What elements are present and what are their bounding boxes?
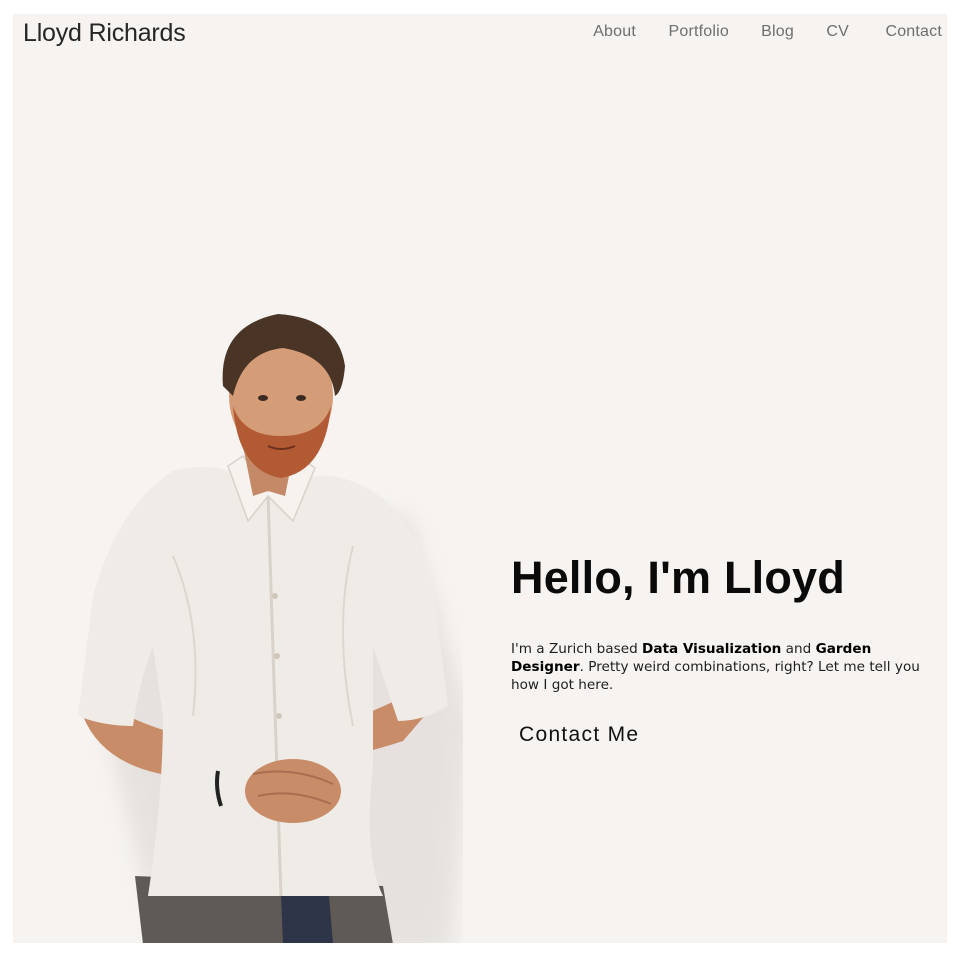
nav-portfolio[interactable]: Portfolio bbox=[669, 23, 730, 41]
nav-contact[interactable]: Contact bbox=[885, 23, 942, 41]
hero-intro: I'm a Zurich based Data Visualization an… bbox=[511, 640, 921, 694]
site-brand[interactable]: Lloyd Richards bbox=[23, 19, 186, 48]
intro-text: and bbox=[781, 641, 816, 657]
page: Lloyd Richards About Portfolio Blog CV C… bbox=[13, 14, 947, 943]
intro-text: I'm a Zurich based bbox=[511, 641, 643, 657]
nav-cv[interactable]: CV bbox=[826, 23, 849, 41]
nav-blog[interactable]: Blog bbox=[761, 23, 794, 41]
nav-about[interactable]: About bbox=[593, 23, 636, 41]
hero-title: Hello, I'm Lloyd bbox=[511, 552, 845, 603]
intro-highlight-data-viz: Data Visualization bbox=[642, 641, 782, 657]
contact-me-button[interactable]: Contact Me bbox=[519, 723, 639, 747]
portrait-photo bbox=[53, 296, 463, 943]
